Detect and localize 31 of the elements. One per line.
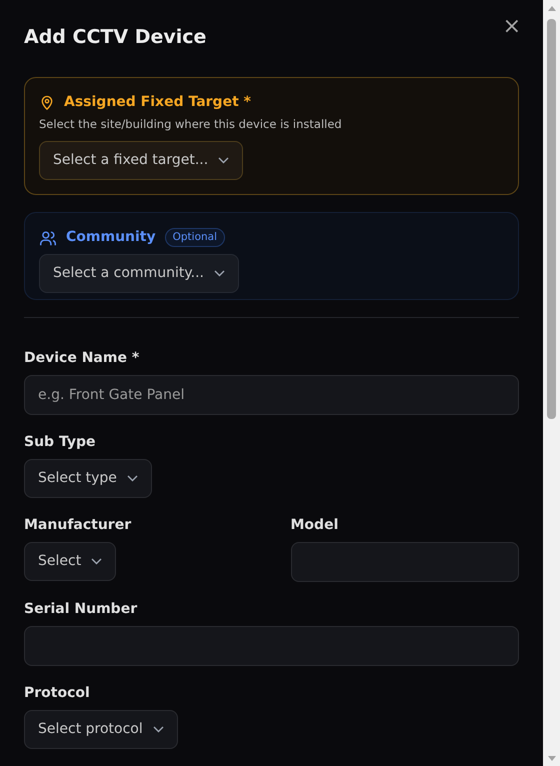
select-dropdown[interactable]: Select a community... — [39, 254, 239, 294]
select-dropdown[interactable]: Select — [24, 542, 116, 581]
scrollbar[interactable] — [543, 0, 560, 766]
chevron-down-icon — [152, 726, 164, 733]
field-label: Model — [290, 516, 338, 535]
field-label: Serial Number — [24, 600, 138, 619]
text-field[interactable] — [290, 542, 519, 582]
select-dropdown[interactable]: Select a fixed target... — [39, 141, 244, 180]
chevron-down-icon — [126, 475, 138, 482]
text-field[interactable]: e.g. Front Gate Panel — [24, 375, 519, 415]
optional-badge: Optional — [164, 228, 226, 248]
scroll-down-icon[interactable] — [548, 756, 556, 760]
scroll-up-icon[interactable] — [548, 6, 556, 10]
chevron-down-icon — [218, 157, 230, 164]
chevron-down-icon — [214, 270, 225, 278]
location-pin-icon — [39, 94, 55, 111]
close-button[interactable]: × — [502, 16, 521, 38]
section-title: Assigned Fixed Target * — [64, 92, 251, 112]
chevron-down-icon — [91, 558, 102, 565]
section-title: Community — [66, 228, 156, 248]
text-field[interactable] — [24, 626, 519, 666]
field-label: Device Name * — [24, 349, 140, 368]
section-description: Select the site/building where this device is installed — [39, 116, 343, 133]
field-label: Manufacturer — [24, 516, 132, 535]
scroll-thumb[interactable] — [547, 19, 556, 419]
select-dropdown[interactable]: Select type — [24, 459, 152, 498]
field-label: Protocol — [24, 684, 90, 703]
select-dropdown[interactable]: Select protocol — [24, 710, 178, 749]
field-label: Sub Type — [24, 433, 96, 452]
users-icon — [39, 230, 57, 246]
dialog-title: Add CCTV Device — [24, 25, 206, 50]
